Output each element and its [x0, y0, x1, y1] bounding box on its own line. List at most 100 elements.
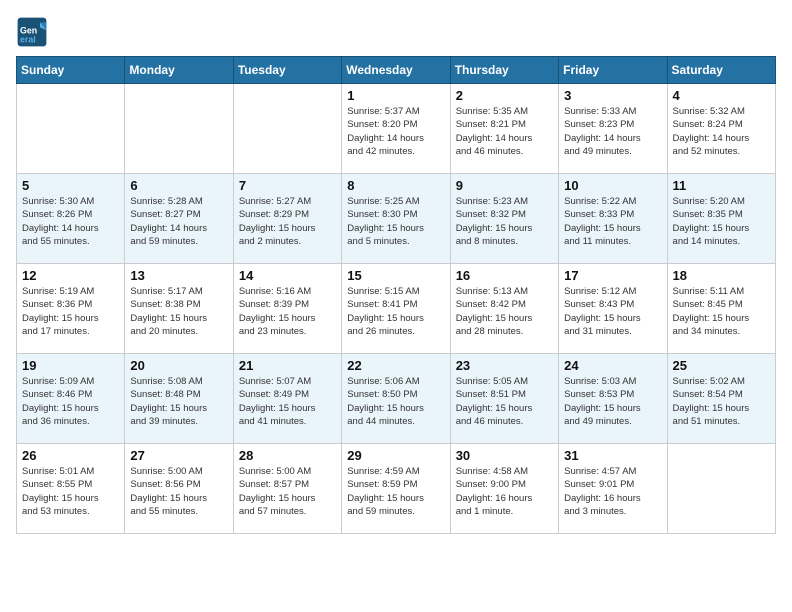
- day-number: 16: [456, 268, 553, 283]
- day-number: 14: [239, 268, 336, 283]
- calendar-week-row: 19 Sunrise: 5:09 AM Sunset: 8:46 PM Dayli…: [17, 354, 776, 444]
- calendar-cell: 2 Sunrise: 5:35 AM Sunset: 8:21 PM Daylig…: [450, 84, 558, 174]
- day-detail: Sunrise: 5:22 AM Sunset: 8:33 PM Dayligh…: [564, 195, 661, 248]
- calendar-table: SundayMondayTuesdayWednesdayThursdayFrid…: [16, 56, 776, 534]
- day-detail: Sunrise: 5:35 AM Sunset: 8:21 PM Dayligh…: [456, 105, 553, 158]
- calendar-cell: 1 Sunrise: 5:37 AM Sunset: 8:20 PM Daylig…: [342, 84, 450, 174]
- day-detail: Sunrise: 5:17 AM Sunset: 8:38 PM Dayligh…: [130, 285, 227, 338]
- svg-text:eral: eral: [20, 34, 36, 44]
- day-number: 18: [673, 268, 770, 283]
- calendar-cell: 3 Sunrise: 5:33 AM Sunset: 8:23 PM Daylig…: [559, 84, 667, 174]
- day-detail: Sunrise: 5:01 AM Sunset: 8:55 PM Dayligh…: [22, 465, 119, 518]
- day-number: 11: [673, 178, 770, 193]
- day-number: 17: [564, 268, 661, 283]
- weekday-header: Wednesday: [342, 57, 450, 84]
- day-number: 29: [347, 448, 444, 463]
- day-number: 10: [564, 178, 661, 193]
- calendar-cell: [17, 84, 125, 174]
- calendar-cell: 24Sunrise: 5:03 AM Sunset: 8:53 PM Dayli…: [559, 354, 667, 444]
- calendar-cell: 28 Sunrise: 5:00 AM Sunset: 8:57 PM Dayli…: [233, 444, 341, 534]
- calendar-week-row: 26Sunrise: 5:01 AM Sunset: 8:55 PM Dayli…: [17, 444, 776, 534]
- day-number: 2: [456, 88, 553, 103]
- calendar-week-row: 5 Sunrise: 5:30 AM Sunset: 8:26 PM Daylig…: [17, 174, 776, 264]
- calendar-cell: 11 Sunrise: 5:20 AM Sunset: 8:35 PM Dayli…: [667, 174, 775, 264]
- calendar-cell: 31 Sunrise: 4:57 AM Sunset: 9:01 PM Dayli…: [559, 444, 667, 534]
- calendar-cell: 26Sunrise: 5:01 AM Sunset: 8:55 PM Dayli…: [17, 444, 125, 534]
- weekday-header: Friday: [559, 57, 667, 84]
- calendar-cell: 8Sunrise: 5:25 AM Sunset: 8:30 PM Daylig…: [342, 174, 450, 264]
- calendar-cell: 14 Sunrise: 5:16 AM Sunset: 8:39 PM Dayli…: [233, 264, 341, 354]
- calendar-cell: 12 Sunrise: 5:19 AM Sunset: 8:36 PM Dayli…: [17, 264, 125, 354]
- day-number: 7: [239, 178, 336, 193]
- day-detail: Sunrise: 5:23 AM Sunset: 8:32 PM Dayligh…: [456, 195, 553, 248]
- calendar-week-row: 12 Sunrise: 5:19 AM Sunset: 8:36 PM Dayli…: [17, 264, 776, 354]
- logo-icon: Gen eral: [16, 16, 48, 48]
- day-number: 25: [673, 358, 770, 373]
- day-detail: Sunrise: 5:11 AM Sunset: 8:45 PM Dayligh…: [673, 285, 770, 338]
- calendar-cell: [125, 84, 233, 174]
- calendar-cell: 19 Sunrise: 5:09 AM Sunset: 8:46 PM Dayli…: [17, 354, 125, 444]
- day-number: 15: [347, 268, 444, 283]
- day-detail: Sunrise: 5:00 AM Sunset: 8:57 PM Dayligh…: [239, 465, 336, 518]
- day-detail: Sunrise: 5:09 AM Sunset: 8:46 PM Dayligh…: [22, 375, 119, 428]
- day-number: 9: [456, 178, 553, 193]
- day-detail: Sunrise: 5:02 AM Sunset: 8:54 PM Dayligh…: [673, 375, 770, 428]
- calendar-cell: 13 Sunrise: 5:17 AM Sunset: 8:38 PM Dayli…: [125, 264, 233, 354]
- day-number: 1: [347, 88, 444, 103]
- day-number: 23: [456, 358, 553, 373]
- calendar-cell: 9 Sunrise: 5:23 AM Sunset: 8:32 PM Daylig…: [450, 174, 558, 264]
- day-number: 30: [456, 448, 553, 463]
- calendar-week-row: 1 Sunrise: 5:37 AM Sunset: 8:20 PM Daylig…: [17, 84, 776, 174]
- calendar-cell: 17 Sunrise: 5:12 AM Sunset: 8:43 PM Dayli…: [559, 264, 667, 354]
- logo: Gen eral: [16, 16, 52, 48]
- calendar-cell: 4Sunrise: 5:32 AM Sunset: 8:24 PM Daylig…: [667, 84, 775, 174]
- day-detail: Sunrise: 5:19 AM Sunset: 8:36 PM Dayligh…: [22, 285, 119, 338]
- calendar-cell: 5 Sunrise: 5:30 AM Sunset: 8:26 PM Daylig…: [17, 174, 125, 264]
- day-detail: Sunrise: 5:37 AM Sunset: 8:20 PM Dayligh…: [347, 105, 444, 158]
- day-number: 22: [347, 358, 444, 373]
- day-detail: Sunrise: 5:33 AM Sunset: 8:23 PM Dayligh…: [564, 105, 661, 158]
- weekday-header: Tuesday: [233, 57, 341, 84]
- calendar-cell: 21 Sunrise: 5:07 AM Sunset: 8:49 PM Dayli…: [233, 354, 341, 444]
- calendar-cell: [667, 444, 775, 534]
- day-number: 5: [22, 178, 119, 193]
- day-detail: Sunrise: 4:58 AM Sunset: 9:00 PM Dayligh…: [456, 465, 553, 518]
- day-number: 3: [564, 88, 661, 103]
- day-detail: Sunrise: 4:59 AM Sunset: 8:59 PM Dayligh…: [347, 465, 444, 518]
- day-number: 20: [130, 358, 227, 373]
- day-detail: Sunrise: 5:16 AM Sunset: 8:39 PM Dayligh…: [239, 285, 336, 338]
- page-header: Gen eral: [16, 16, 776, 48]
- day-detail: Sunrise: 5:03 AM Sunset: 8:53 PM Dayligh…: [564, 375, 661, 428]
- day-number: 21: [239, 358, 336, 373]
- day-number: 19: [22, 358, 119, 373]
- day-detail: Sunrise: 5:06 AM Sunset: 8:50 PM Dayligh…: [347, 375, 444, 428]
- day-number: 12: [22, 268, 119, 283]
- day-detail: Sunrise: 4:57 AM Sunset: 9:01 PM Dayligh…: [564, 465, 661, 518]
- day-detail: Sunrise: 5:27 AM Sunset: 8:29 PM Dayligh…: [239, 195, 336, 248]
- weekday-header: Saturday: [667, 57, 775, 84]
- day-number: 31: [564, 448, 661, 463]
- day-number: 4: [673, 88, 770, 103]
- day-detail: Sunrise: 5:20 AM Sunset: 8:35 PM Dayligh…: [673, 195, 770, 248]
- calendar-cell: 15 Sunrise: 5:15 AM Sunset: 8:41 PM Dayli…: [342, 264, 450, 354]
- calendar-cell: 6Sunrise: 5:28 AM Sunset: 8:27 PM Daylig…: [125, 174, 233, 264]
- day-number: 13: [130, 268, 227, 283]
- calendar-cell: 10 Sunrise: 5:22 AM Sunset: 8:33 PM Dayli…: [559, 174, 667, 264]
- day-number: 6: [130, 178, 227, 193]
- weekday-header: Thursday: [450, 57, 558, 84]
- calendar-cell: 25 Sunrise: 5:02 AM Sunset: 8:54 PM Dayli…: [667, 354, 775, 444]
- day-detail: Sunrise: 5:07 AM Sunset: 8:49 PM Dayligh…: [239, 375, 336, 428]
- day-detail: Sunrise: 5:30 AM Sunset: 8:26 PM Dayligh…: [22, 195, 119, 248]
- day-number: 27: [130, 448, 227, 463]
- day-detail: Sunrise: 5:15 AM Sunset: 8:41 PM Dayligh…: [347, 285, 444, 338]
- day-detail: Sunrise: 5:12 AM Sunset: 8:43 PM Dayligh…: [564, 285, 661, 338]
- day-detail: Sunrise: 5:00 AM Sunset: 8:56 PM Dayligh…: [130, 465, 227, 518]
- weekday-header: Sunday: [17, 57, 125, 84]
- day-detail: Sunrise: 5:05 AM Sunset: 8:51 PM Dayligh…: [456, 375, 553, 428]
- weekday-header: Monday: [125, 57, 233, 84]
- day-detail: Sunrise: 5:13 AM Sunset: 8:42 PM Dayligh…: [456, 285, 553, 338]
- calendar-cell: 27 Sunrise: 5:00 AM Sunset: 8:56 PM Dayli…: [125, 444, 233, 534]
- day-number: 28: [239, 448, 336, 463]
- calendar-cell: 20Sunrise: 5:08 AM Sunset: 8:48 PM Dayli…: [125, 354, 233, 444]
- calendar-cell: 18 Sunrise: 5:11 AM Sunset: 8:45 PM Dayli…: [667, 264, 775, 354]
